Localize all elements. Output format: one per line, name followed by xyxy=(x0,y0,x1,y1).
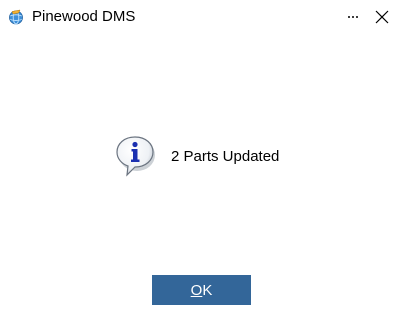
ok-button-label: K xyxy=(202,281,213,299)
close-button[interactable] xyxy=(370,5,394,29)
more-options-button[interactable] xyxy=(343,4,365,28)
dialog-message: 2 Parts Updated xyxy=(171,148,280,165)
ellipsis-icon xyxy=(348,16,358,18)
window-title: Pinewood DMS xyxy=(32,8,136,25)
close-icon xyxy=(375,10,389,24)
ok-button-mnemonic: O xyxy=(190,281,203,299)
globe-app-icon xyxy=(8,9,24,25)
title-bar: Pinewood DMS xyxy=(0,0,402,34)
ok-button[interactable]: OK xyxy=(152,275,251,305)
info-icon xyxy=(113,135,159,179)
dialog-window: Pinewood DMS 2 Parts Updated O K xyxy=(0,0,402,313)
